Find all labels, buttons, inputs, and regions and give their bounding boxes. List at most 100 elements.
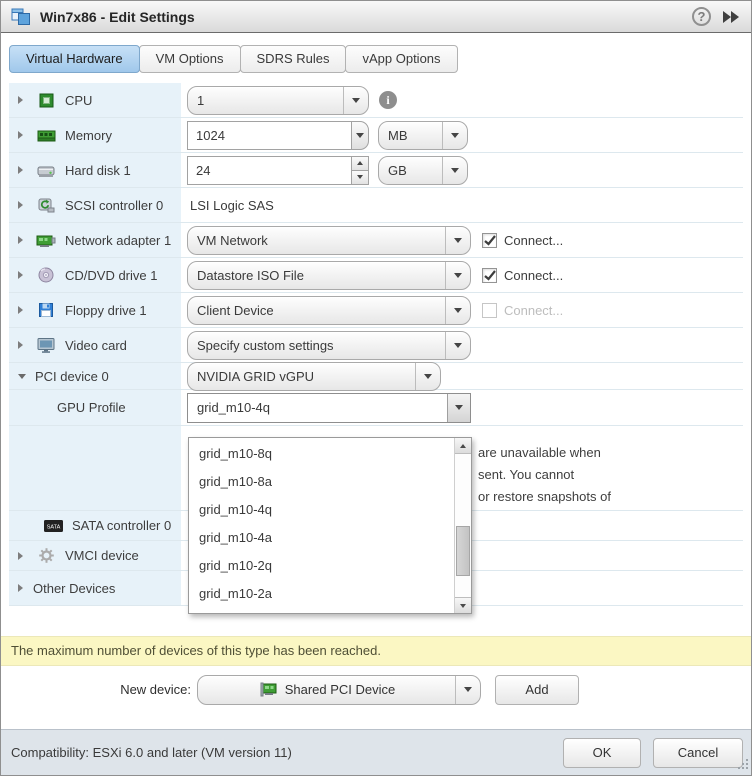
sata-badge-text: SATA bbox=[46, 524, 60, 530]
spinner-up-icon[interactable] bbox=[351, 156, 369, 170]
new-device-value: Shared PCI Device bbox=[285, 682, 396, 697]
expand-caret[interactable] bbox=[18, 201, 30, 209]
row-memory: Memory MB bbox=[9, 118, 743, 153]
warning-bar: The maximum number of devices of this ty… bbox=[1, 636, 751, 666]
connect-label: Connect... bbox=[504, 268, 563, 283]
scsi-controller-value: LSI Logic SAS bbox=[187, 198, 274, 213]
expand-caret[interactable] bbox=[18, 552, 30, 560]
row-label: Hard disk 1 bbox=[65, 163, 131, 178]
expand-caret[interactable] bbox=[18, 96, 30, 104]
chevron-down-icon[interactable] bbox=[455, 676, 480, 704]
floppy-dropdown[interactable]: Client Device bbox=[187, 296, 471, 325]
scsi-controller-icon bbox=[36, 197, 56, 213]
memory-icon bbox=[36, 127, 56, 143]
expand-caret[interactable] bbox=[18, 306, 30, 314]
cpu-icon bbox=[36, 92, 56, 109]
row-label: SCSI controller 0 bbox=[65, 198, 163, 213]
network-dropdown[interactable]: VM Network bbox=[187, 226, 471, 255]
add-button[interactable]: Add bbox=[495, 675, 579, 705]
chevron-down-icon[interactable] bbox=[445, 332, 470, 359]
cancel-button[interactable]: Cancel bbox=[653, 738, 743, 768]
floppy-icon bbox=[36, 302, 56, 318]
hard-disk-size-input[interactable] bbox=[187, 156, 351, 185]
row-cd-dvd: CD/DVD drive 1 Datastore ISO File Connec… bbox=[9, 258, 743, 293]
list-scrollbar[interactable] bbox=[454, 438, 471, 613]
row-label: CD/DVD drive 1 bbox=[65, 268, 157, 283]
title-bar: Win7x86 - Edit Settings ? bbox=[1, 1, 751, 33]
memory-dropdown-button[interactable] bbox=[351, 121, 369, 150]
gpu-profile-select[interactable]: grid_m10-4q bbox=[187, 393, 471, 423]
chevron-down-icon[interactable] bbox=[445, 227, 470, 254]
row-pci-device: PCI device 0 NVIDIA GRID vGPU bbox=[9, 363, 743, 390]
floppy-connect-checkbox[interactable] bbox=[482, 303, 497, 318]
row-label: Network adapter 1 bbox=[65, 233, 171, 248]
gpu-option[interactable]: grid_m10-4q bbox=[189, 496, 454, 524]
row-label: Memory bbox=[65, 128, 112, 143]
tab-bar: Virtual Hardware VM Options SDRS Rules v… bbox=[9, 45, 751, 73]
shared-pci-icon bbox=[259, 682, 279, 697]
cd-dvd-connect-checkbox[interactable] bbox=[482, 268, 497, 283]
row-gpu-profile: GPU Profile grid_m10-4q bbox=[9, 390, 743, 426]
gear-icon bbox=[36, 547, 56, 564]
expand-caret[interactable] bbox=[18, 236, 30, 244]
tab-virtual-hardware[interactable]: Virtual Hardware bbox=[9, 45, 140, 73]
tab-sdrs-rules[interactable]: SDRS Rules bbox=[240, 45, 347, 73]
chevron-down-icon[interactable] bbox=[442, 122, 467, 149]
pci-note-text: are unavailable when sent. You cannot or… bbox=[478, 442, 611, 508]
gpu-option[interactable]: grid_m10-2a bbox=[189, 580, 454, 608]
hard-disk-unit-dropdown[interactable]: GB bbox=[378, 156, 468, 185]
expand-caret[interactable] bbox=[18, 271, 30, 279]
gpu-option[interactable]: grid_m10-8q bbox=[189, 440, 454, 468]
info-icon[interactable]: i bbox=[379, 91, 397, 109]
row-label: SATA controller 0 bbox=[72, 518, 171, 533]
spinner-down-icon[interactable] bbox=[351, 170, 369, 185]
expand-caret[interactable] bbox=[18, 584, 30, 592]
gpu-option[interactable]: grid_m10-2q bbox=[189, 552, 454, 580]
connect-label: Connect... bbox=[504, 303, 563, 318]
chevron-down-icon[interactable] bbox=[445, 262, 470, 289]
gpu-profile-option-list: grid_m10-8q grid_m10-8a grid_m10-4q grid… bbox=[188, 437, 472, 614]
expand-caret[interactable] bbox=[18, 341, 30, 349]
row-video-card: Video card Specify custom settings bbox=[9, 328, 743, 363]
row-label: Other Devices bbox=[33, 581, 115, 596]
chevron-down-icon[interactable] bbox=[445, 297, 470, 324]
row-label: VMCI device bbox=[65, 548, 139, 563]
scrollbar-thumb[interactable] bbox=[456, 526, 470, 576]
compatibility-text: Compatibility: ESXi 6.0 and later (VM ve… bbox=[9, 745, 292, 760]
collapse-caret[interactable] bbox=[18, 374, 30, 379]
scroll-up-icon[interactable] bbox=[455, 438, 471, 454]
video-card-dropdown[interactable]: Specify custom settings bbox=[187, 331, 471, 360]
memory-unit-dropdown[interactable]: MB bbox=[378, 121, 468, 150]
scroll-down-icon[interactable] bbox=[455, 597, 471, 613]
edit-settings-dialog: Win7x86 - Edit Settings ? Virtual Hardwa… bbox=[0, 0, 752, 776]
expand-caret[interactable] bbox=[18, 131, 30, 139]
tab-vapp-options[interactable]: vApp Options bbox=[345, 45, 457, 73]
chevron-down-icon[interactable] bbox=[343, 87, 368, 114]
new-device-label: New device: bbox=[107, 682, 191, 697]
gpu-option[interactable]: grid_m10-4a bbox=[189, 524, 454, 552]
resize-grip[interactable] bbox=[737, 758, 749, 773]
row-network-adapter: Network adapter 1 VM Network Connect... bbox=[9, 223, 743, 258]
expand-caret[interactable] bbox=[18, 166, 30, 174]
sata-controller-icon: SATA bbox=[43, 520, 63, 532]
row-scsi-controller: SCSI controller 0 LSI Logic SAS bbox=[9, 188, 743, 223]
new-device-dropdown[interactable]: Shared PCI Device bbox=[197, 675, 481, 705]
chevron-down-icon[interactable] bbox=[442, 157, 467, 184]
fast-forward-icon[interactable] bbox=[721, 10, 741, 24]
help-icon[interactable]: ? bbox=[692, 7, 711, 26]
row-label: Floppy drive 1 bbox=[65, 303, 147, 318]
chevron-down-icon[interactable] bbox=[415, 363, 440, 390]
ok-button[interactable]: OK bbox=[563, 738, 641, 768]
gpu-option[interactable]: grid_m10-8a bbox=[189, 468, 454, 496]
hard-disk-spinner bbox=[351, 156, 369, 185]
row-floppy: Floppy drive 1 Client Device Connect... bbox=[9, 293, 743, 328]
pci-device-dropdown[interactable]: NVIDIA GRID vGPU bbox=[187, 362, 441, 391]
tab-vm-options[interactable]: VM Options bbox=[139, 45, 241, 73]
chevron-down-icon[interactable] bbox=[447, 394, 470, 422]
memory-input[interactable] bbox=[187, 121, 351, 150]
network-connect-checkbox[interactable] bbox=[482, 233, 497, 248]
footer-bar: Compatibility: ESXi 6.0 and later (VM ve… bbox=[1, 729, 751, 775]
cd-dvd-dropdown[interactable]: Datastore ISO File bbox=[187, 261, 471, 290]
cpu-dropdown[interactable]: 1 bbox=[187, 86, 369, 115]
connect-label: Connect... bbox=[504, 233, 563, 248]
